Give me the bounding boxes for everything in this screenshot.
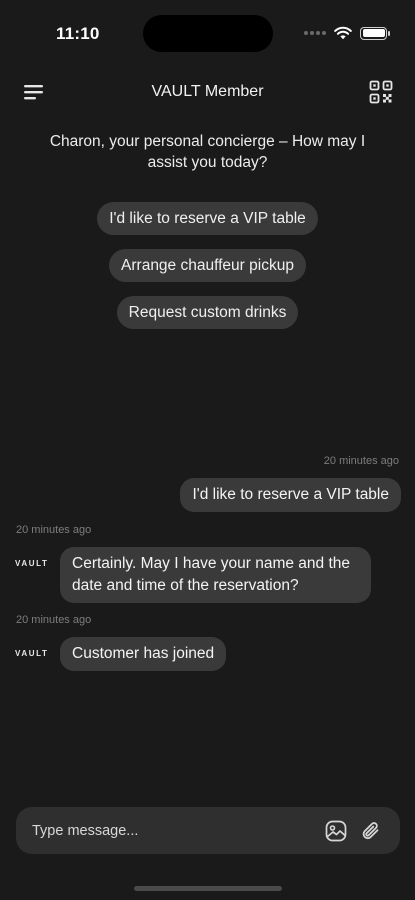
vault-logo: VAULT xyxy=(15,559,49,568)
chat-screen: 11:10 VAULT Member Charon, your personal… xyxy=(0,0,415,900)
page-title: VAULT Member xyxy=(151,83,264,100)
message-timestamp: 20 minutes ago xyxy=(16,524,92,536)
home-indicator[interactable] xyxy=(134,886,282,891)
battery-level xyxy=(362,29,385,37)
message-composer xyxy=(16,807,400,854)
message-input[interactable] xyxy=(32,807,312,854)
battery-icon xyxy=(360,26,390,40)
dynamic-island xyxy=(143,15,273,52)
status-bar: 11:10 xyxy=(0,0,415,60)
status-time: 11:10 xyxy=(56,24,100,43)
app-header: VAULT Member xyxy=(0,72,415,114)
agent-message: Certainly. May I have your name and the … xyxy=(60,547,371,603)
paperclip-icon xyxy=(362,822,379,840)
suggestion-chip-chauffeur[interactable]: Arrange chauffeur pickup xyxy=(109,249,306,282)
suggestion-chip-drinks[interactable]: Request custom drinks xyxy=(116,296,299,329)
message-timestamp: 20 minutes ago xyxy=(16,614,92,626)
concierge-greeting: Charon, your personal concierge – How ma… xyxy=(49,133,366,171)
qr-code-icon xyxy=(369,80,393,104)
qr-code-button[interactable] xyxy=(369,80,393,104)
outgoing-message: I'd like to reserve a VIP table xyxy=(180,478,401,512)
status-icons xyxy=(304,26,390,40)
cellular-signal-icon xyxy=(304,31,326,35)
image-upload-button[interactable] xyxy=(324,819,348,843)
suggestion-chip-vip-table[interactable]: I'd like to reserve a VIP table xyxy=(97,202,318,235)
message-timestamp: 20 minutes ago xyxy=(323,455,399,467)
wifi-icon xyxy=(334,26,352,40)
attach-button[interactable] xyxy=(360,819,382,843)
vault-logo: VAULT xyxy=(15,649,49,658)
suggestion-chips: I'd like to reserve a VIP table Arrange … xyxy=(0,202,415,329)
system-message: Customer has joined xyxy=(60,637,227,671)
image-icon xyxy=(325,820,347,842)
